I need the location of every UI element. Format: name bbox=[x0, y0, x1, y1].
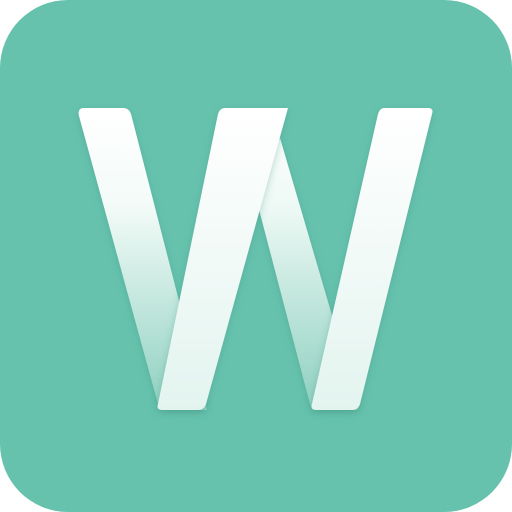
app-icon[interactable] bbox=[0, 0, 512, 512]
letter-w-logo-icon bbox=[0, 0, 512, 512]
icon-background bbox=[0, 0, 512, 512]
